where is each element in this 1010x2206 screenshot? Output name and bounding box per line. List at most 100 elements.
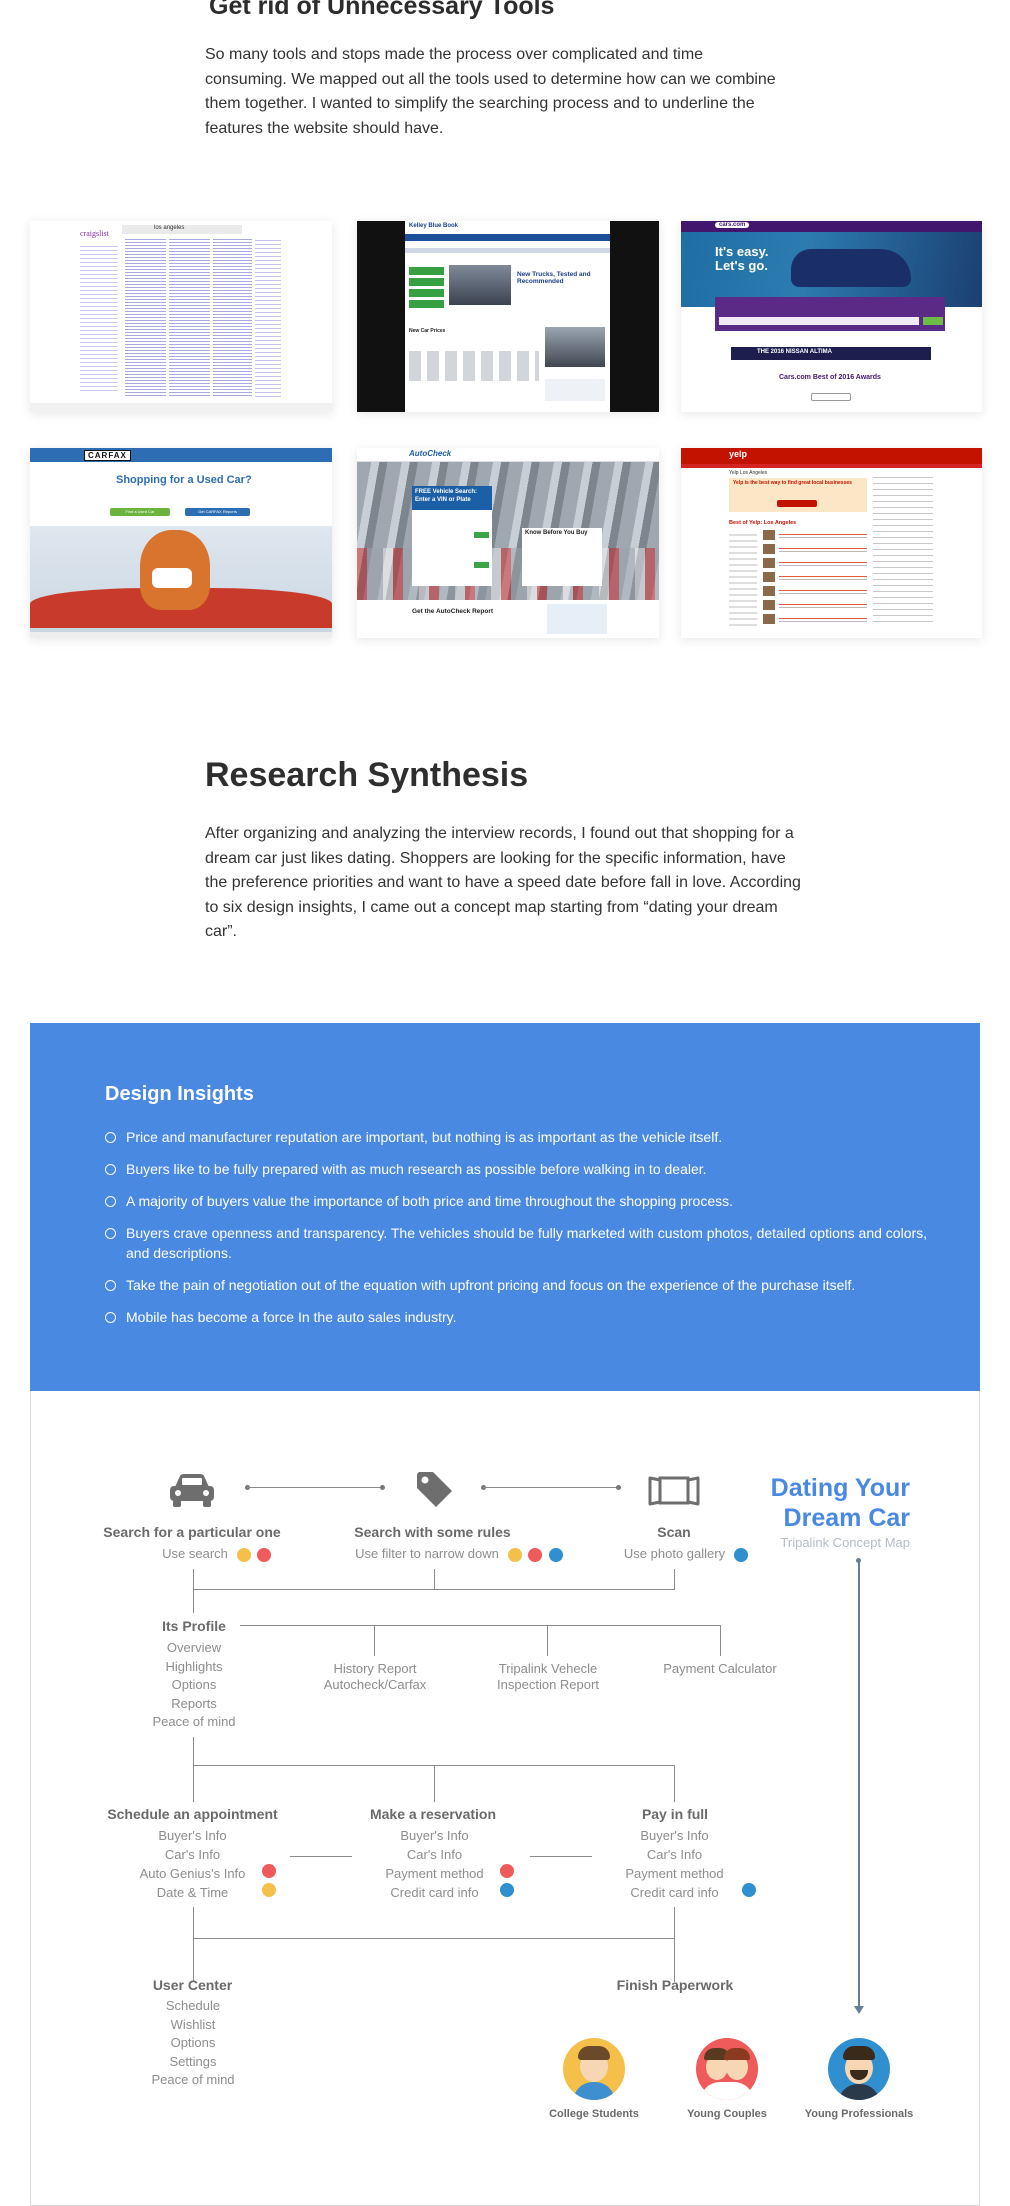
autocheck-logo: AutoCheck — [409, 449, 452, 458]
node-reservation-items: Buyer's Info Car's Info Payment method C… — [372, 1826, 497, 1902]
node-profile-title: Its Profile — [162, 1618, 226, 1634]
node-search-sub: Use search — [162, 1546, 228, 1561]
tree-line — [674, 1765, 675, 1802]
node-payment-calculator: Payment Calculator — [645, 1661, 795, 1677]
node-history-report: History Report Autocheck/Carfax — [300, 1661, 450, 1693]
profile-item: Reports — [171, 1695, 217, 1711]
tree-line — [720, 1625, 721, 1656]
tree-line — [193, 1589, 675, 1590]
node-reservation-title: Make a reservation — [369, 1806, 497, 1822]
calculator-line1: Payment Calculator — [663, 1661, 777, 1676]
autocheck-bottom-title: Get the AutoCheck Report — [412, 608, 494, 615]
connector-dot — [380, 1485, 385, 1490]
appointment-item: Buyer's Info — [158, 1828, 227, 1843]
persona-young-professionals — [828, 2038, 890, 2100]
node-user-center-title: User Center — [152, 1977, 233, 1993]
avatar-college-students — [508, 1548, 522, 1562]
user-center-item: Peace of mind — [151, 2072, 235, 2087]
node-scan-title: Scan — [657, 1524, 691, 1540]
carfax-button-1: Find a Used Car — [110, 508, 170, 516]
node-scan-sub: Use photo gallery — [623, 1546, 726, 1561]
carscom-screenshot: cars.com It's easy. Let's go. THE 2016 NI… — [681, 221, 982, 412]
payfull-item: Car's Info — [646, 1847, 703, 1862]
node-appointment-title: Schedule an appointment — [107, 1806, 278, 1822]
persona-label-college-students: College Students — [549, 2108, 639, 2120]
tree-line — [530, 1856, 592, 1857]
carscom-award: Cars.com Best of 2016 Awards — [779, 374, 881, 381]
autocheck-headline: FREE Vehicle Search: Enter a VIN or Plat… — [415, 489, 478, 503]
node-profile-items: Overview Highlights Options Reports Peac… — [139, 1639, 249, 1732]
gallery-icon — [648, 1476, 700, 1506]
tree-line — [193, 1938, 675, 1939]
avatar-young-couples — [257, 1548, 271, 1562]
node-search-title: Search for a particular one — [103, 1524, 281, 1540]
node-rules-sub: Use filter to narrow down — [355, 1546, 499, 1561]
concept-map-title: Dating Your Dream Car — [745, 1473, 910, 1533]
carscom-banner: THE 2016 NISSAN ALTIMA — [757, 349, 833, 355]
avatar-young-professionals — [500, 1883, 514, 1897]
avatar-young-couples — [528, 1548, 542, 1562]
avatar-young-professionals — [734, 1548, 748, 1562]
craigslist-screenshot: craigslist los angeles — [30, 221, 332, 412]
node-inspection-report: Tripalink Vehecle Inspection Report — [473, 1661, 623, 1693]
tree-line — [193, 1907, 194, 1982]
carfax-button-2: Get CARFAX Reports — [185, 508, 250, 516]
autocheck-screenshot: AutoCheck FREE Vehicle Search: Enter a V… — [357, 448, 659, 638]
reservation-item: Buyer's Info — [400, 1828, 469, 1843]
node-paperwork-title: Finish Paperwork — [616, 1977, 734, 1993]
persona-label-young-professionals: Young Professionals — [804, 2108, 914, 2120]
flow-arrow-line — [858, 1560, 860, 2009]
yelp-screenshot: yelp Yelp Los Angeles Yelp is the best w… — [681, 448, 982, 638]
reservation-item: Credit card info — [390, 1885, 479, 1900]
section-heading-research: Research Synthesis — [205, 756, 529, 794]
design-insights-list: Price and manufacturer reputation are im… — [105, 1127, 935, 1339]
section-paragraph-tools: So many tools and stops made the process… — [205, 46, 776, 137]
node-payfull-title: Pay in full — [641, 1806, 709, 1822]
tree-line — [240, 1625, 721, 1626]
insight-item: Buyers crave openness and transparency. … — [105, 1223, 935, 1263]
carscom-headline: It's easy. Let's go. — [715, 245, 768, 273]
carfax-headline: Shopping for a Used Car? — [116, 474, 252, 486]
appointment-item: Auto Genius's Info — [139, 1866, 246, 1881]
profile-item: Peace of mind — [152, 1714, 236, 1729]
yelp-promo: Yelp is the best way to find great local… — [733, 480, 852, 486]
carscom-headline-1: It's easy. — [715, 244, 769, 259]
node-payfull-items: Buyer's Info Car's Info Payment method C… — [612, 1826, 737, 1902]
craigslist-location: los angeles — [154, 225, 185, 231]
design-insights-title: Design Insights — [105, 1083, 254, 1105]
user-center-item: Settings — [169, 2053, 217, 2069]
carscom-headline-2: Let's go. — [715, 258, 768, 273]
history-line2: Autocheck/Carfax — [323, 1677, 427, 1692]
node-appointment-items: Buyer's Info Car's Info Auto Genius's In… — [130, 1826, 255, 1902]
craigslist-logo: craigslist — [80, 229, 109, 238]
carfax-screenshot: CARFAX Shopping for a Used Car? Find a U… — [30, 448, 332, 638]
tree-line — [674, 1569, 675, 1589]
insight-item: Take the pain of negotiation out of the … — [105, 1275, 935, 1295]
tree-line — [434, 1569, 435, 1589]
carfax-logo: CARFAX — [84, 450, 131, 461]
appointment-item: Car's Info — [164, 1847, 221, 1862]
profile-item: Options — [171, 1677, 217, 1692]
autocheck-side-title: Know Before You Buy — [525, 530, 588, 536]
yelp-section: Best of Yelp: Los Angeles — [729, 520, 797, 526]
persona-label-young-couples: Young Couples — [687, 2108, 767, 2120]
reservation-item: Payment method — [385, 1866, 484, 1881]
section-paragraph-research: After organizing and analyzing the inter… — [205, 825, 801, 941]
kbb-logo: Kelley Blue Book — [409, 223, 459, 229]
payfull-item: Credit card info — [630, 1885, 719, 1900]
avatar-college-students — [262, 1883, 276, 1897]
user-center-item: Options — [170, 2035, 216, 2050]
tree-line — [374, 1625, 375, 1656]
concept-map-title-line2: Dream Car — [783, 1504, 910, 1532]
reservation-item: Car's Info — [406, 1847, 463, 1862]
yelp-location: Yelp Los Angeles — [729, 470, 768, 476]
kbb-section: New Car Prices — [409, 328, 446, 334]
tree-line — [547, 1625, 548, 1656]
connector-dot — [616, 1485, 621, 1490]
payfull-item: Payment method — [625, 1866, 724, 1881]
user-center-item: Wishlist — [170, 2016, 216, 2032]
inspection-line1: Tripalink Vehecle — [498, 1661, 598, 1676]
insight-item: Price and manufacturer reputation are im… — [105, 1127, 935, 1147]
tree-line — [434, 1765, 435, 1802]
payfull-item: Buyer's Info — [640, 1828, 709, 1843]
